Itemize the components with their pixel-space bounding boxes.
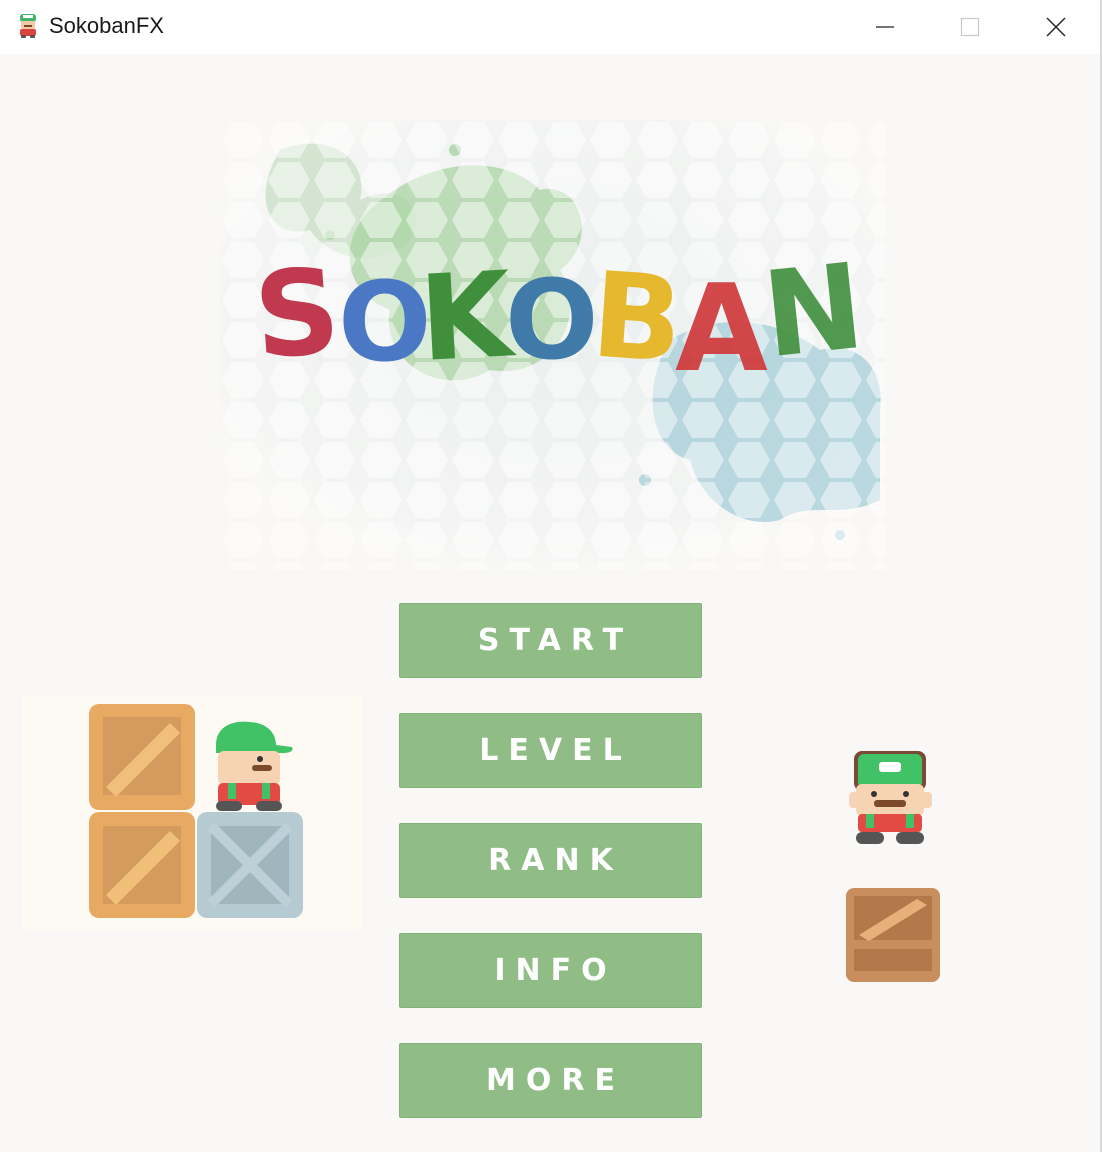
maximize-icon xyxy=(960,17,980,37)
maximize-button[interactable] xyxy=(930,0,1010,54)
minimize-icon xyxy=(876,26,894,28)
svg-text:B: B xyxy=(587,246,686,390)
svg-text:S: S xyxy=(250,242,344,386)
window-title: SokobanFX xyxy=(49,13,164,38)
rank-button[interactable]: RANK xyxy=(399,823,702,898)
metal-crate-icon xyxy=(197,812,303,918)
svg-text:K: K xyxy=(416,245,519,388)
wooden-crate-icon xyxy=(89,704,195,810)
title-bar[interactable]: SokobanFX xyxy=(0,0,1100,54)
svg-text:N: N xyxy=(757,237,870,385)
wooden-crate-icon xyxy=(846,888,940,982)
sokoban-logo: S O K O B A N xyxy=(220,120,885,570)
svg-text:A: A xyxy=(675,260,768,399)
player-character-icon xyxy=(216,721,293,811)
app-window: SokobanFX S O K O B A N START LEVEL RANK… xyxy=(0,0,1102,1152)
level-button[interactable]: LEVEL xyxy=(399,713,702,788)
svg-text:O: O xyxy=(505,256,599,384)
player-character-icon xyxy=(849,751,932,844)
close-icon xyxy=(1046,17,1066,37)
start-button[interactable]: START xyxy=(399,603,702,678)
app-icon xyxy=(20,14,36,38)
crates-and-player-illustration xyxy=(22,695,362,930)
close-button[interactable] xyxy=(1016,0,1096,54)
wooden-crate-icon xyxy=(89,812,195,918)
info-button[interactable]: INFO xyxy=(399,933,702,1008)
minimize-button[interactable] xyxy=(845,0,925,54)
more-button[interactable]: MORE xyxy=(399,1043,702,1118)
